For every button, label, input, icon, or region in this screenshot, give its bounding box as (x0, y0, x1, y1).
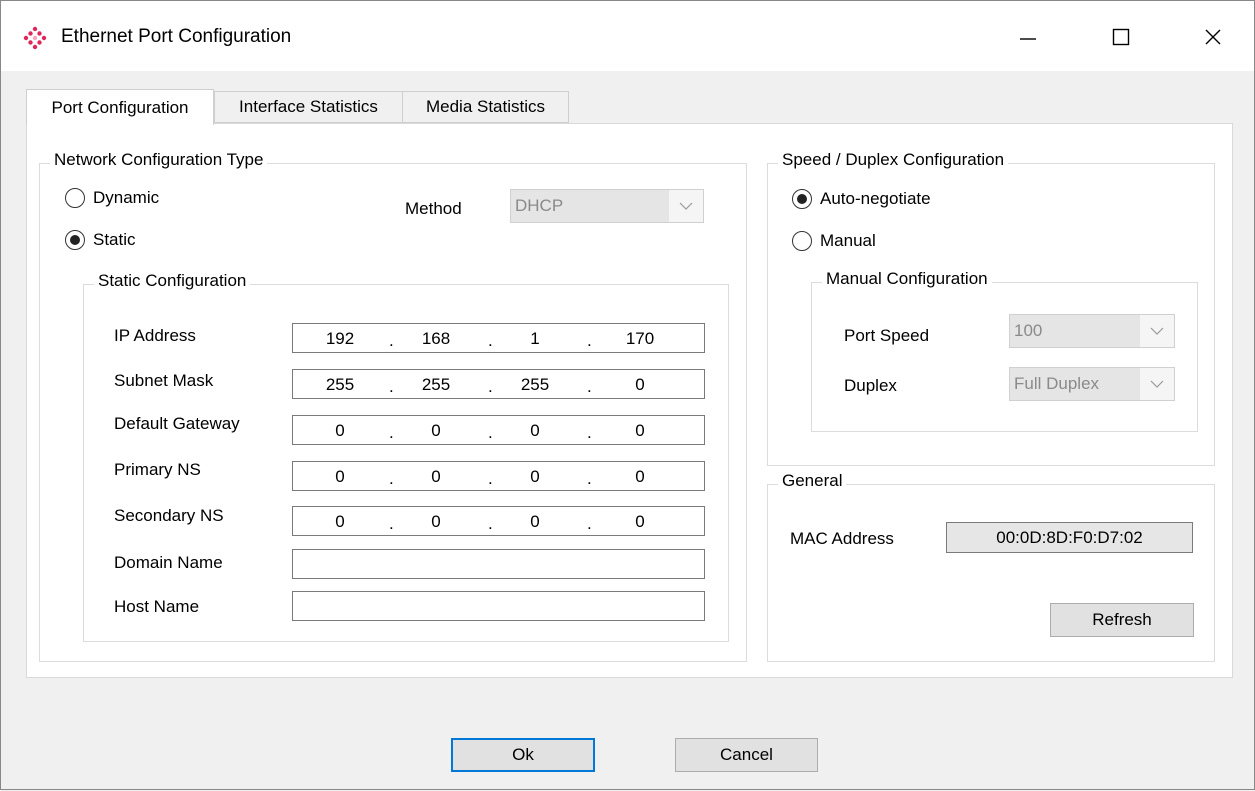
octet-separator: . (488, 514, 493, 533)
group-legend: Manual Configuration (822, 269, 992, 289)
ip-octet: 0 (635, 512, 645, 531)
button-label: Refresh (1092, 610, 1152, 629)
host-name-input[interactable] (292, 591, 705, 621)
ip-address-label: IP Address (114, 326, 196, 345)
secondary-ns-field[interactable]: 0 . 0 . 0 . 0 (292, 506, 705, 536)
octet-separator: . (587, 469, 592, 488)
secondary-ns-label: Secondary NS (114, 506, 224, 525)
method-label: Method (405, 199, 462, 218)
duplex-label: Duplex (844, 376, 897, 395)
radio-label: Auto-negotiate (820, 189, 931, 208)
ip-octet: 0 (431, 512, 441, 531)
ip-octet: 0 (635, 375, 645, 394)
chevron-down-icon (1140, 368, 1174, 400)
group-legend: Static Configuration (94, 271, 251, 291)
method-value: DHCP (511, 190, 669, 222)
radio-dynamic[interactable]: Dynamic (65, 188, 159, 208)
ip-octet: 255 (421, 375, 451, 394)
panel-content: Network Configuration Type Dynamic Stati… (1, 1, 1255, 791)
mac-address-value: 00:0D:8D:F0:D7:02 (946, 522, 1193, 553)
port-speed-select[interactable]: 100 (1009, 314, 1175, 348)
ip-octet: 0 (635, 421, 645, 440)
octet-separator: . (488, 469, 493, 488)
mac-address-label: MAC Address (790, 529, 894, 548)
ip-octet: 0 (335, 467, 345, 486)
radio-manual[interactable]: Manual (792, 231, 876, 251)
octet-separator: . (389, 423, 394, 442)
default-gateway-field[interactable]: 0 . 0 . 0 . 0 (292, 415, 705, 445)
ip-octet: 1 (530, 329, 540, 348)
host-name-label: Host Name (114, 597, 200, 616)
default-gateway-label: Default Gateway (114, 414, 240, 433)
radio-indicator (792, 189, 812, 209)
ip-octet: 170 (625, 329, 655, 348)
subnet-mask-field[interactable]: 255 . 255 . 255 . 0 (292, 369, 705, 399)
ip-octet: 255 (520, 375, 550, 394)
radio-indicator (65, 188, 85, 208)
ip-octet: 0 (335, 421, 345, 440)
primary-ns-label: Primary NS (114, 460, 201, 479)
port-speed-label: Port Speed (844, 326, 930, 345)
octet-separator: . (587, 514, 592, 533)
ip-octet: 0 (530, 512, 540, 531)
radio-label: Static (93, 230, 136, 249)
ip-octet: 0 (530, 467, 540, 486)
method-select[interactable]: DHCP (510, 189, 704, 223)
manual-config-group: Manual Configuration (811, 269, 1198, 432)
dialog-window: Ethernet Port Configuration Port Configu… (0, 0, 1255, 790)
octet-separator: . (587, 331, 592, 350)
octet-separator: . (488, 331, 493, 350)
octet-separator: . (389, 469, 394, 488)
octet-separator: . (488, 377, 493, 396)
octet-separator: . (389, 377, 394, 396)
octet-separator: . (587, 377, 592, 396)
port-speed-value: 100 (1010, 315, 1140, 347)
group-legend: General (778, 471, 847, 491)
radio-label: Dynamic (93, 188, 160, 207)
octet-separator: . (389, 514, 394, 533)
chevron-down-icon (1140, 315, 1174, 347)
duplex-value: Full Duplex (1010, 368, 1140, 400)
ip-octet: 0 (431, 467, 441, 486)
ip-octet: 0 (530, 421, 540, 440)
radio-indicator (792, 231, 812, 251)
radio-static[interactable]: Static (65, 230, 136, 250)
subnet-mask-label: Subnet Mask (114, 371, 214, 390)
chevron-down-icon (669, 190, 703, 222)
ip-octet: 0 (431, 421, 441, 440)
ip-octet: 0 (335, 512, 345, 531)
ip-octet: 168 (421, 329, 451, 348)
octet-separator: . (587, 423, 592, 442)
domain-name-input[interactable] (292, 549, 705, 579)
refresh-button[interactable]: Refresh (1050, 603, 1194, 637)
ip-octet: 0 (635, 467, 645, 486)
radio-indicator (65, 230, 85, 250)
primary-ns-field[interactable]: 0 . 0 . 0 . 0 (292, 461, 705, 491)
ip-address-field[interactable]: 192 . 168 . 1 . 170 (292, 323, 705, 353)
group-legend: Network Configuration Type (50, 150, 268, 170)
duplex-select[interactable]: Full Duplex (1009, 367, 1175, 401)
domain-name-label: Domain Name (114, 553, 223, 572)
radio-label: Manual (820, 231, 876, 250)
group-legend: Speed / Duplex Configuration (778, 150, 1009, 170)
octet-separator: . (389, 331, 394, 350)
ip-octet: 192 (325, 329, 355, 348)
octet-separator: . (488, 423, 493, 442)
ip-octet: 255 (325, 375, 355, 394)
radio-auto-negotiate[interactable]: Auto-negotiate (792, 189, 931, 209)
